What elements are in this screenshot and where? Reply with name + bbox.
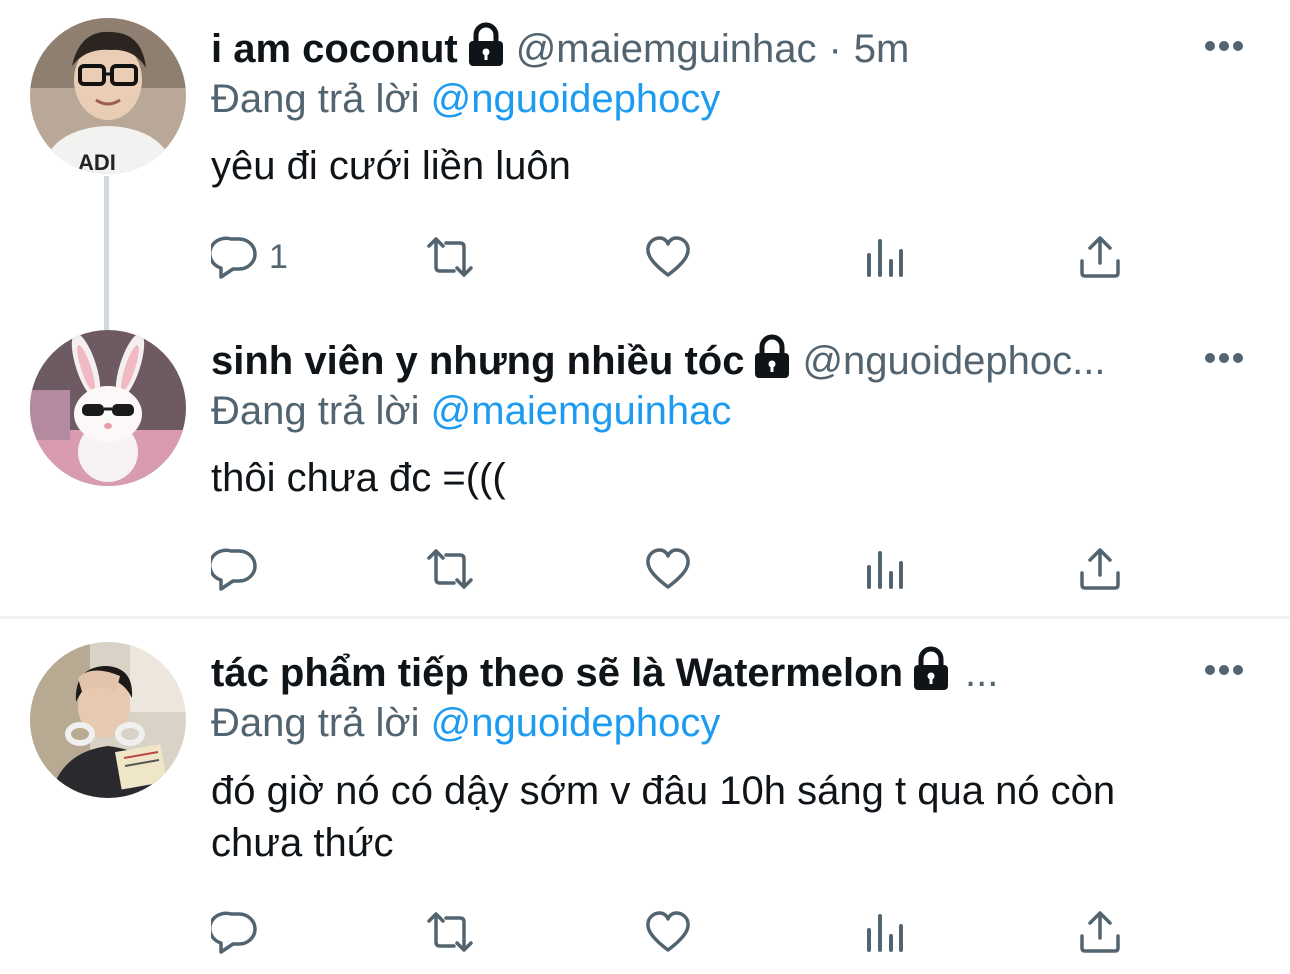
reply-prefix: Đang trả lời xyxy=(211,389,431,433)
bar-chart-icon xyxy=(867,914,903,952)
tweet-header: i am coconut @maiemguinhac · 5m xyxy=(211,22,910,74)
avatar[interactable] xyxy=(30,330,186,486)
tweet-1[interactable]: ADI i am coconut @maiemguinhac · 5m Đang… xyxy=(0,0,1290,330)
avatar[interactable]: ADI xyxy=(30,18,186,174)
retweet-button[interactable] xyxy=(426,907,474,957)
reply-button[interactable]: 1 xyxy=(211,232,288,282)
share-button[interactable] xyxy=(1076,907,1124,957)
like-button[interactable] xyxy=(644,544,692,594)
reply-mention-link[interactable]: @maiemguinhac xyxy=(431,389,732,433)
more-icon[interactable] xyxy=(1204,351,1244,365)
profile-photo-icon xyxy=(30,330,186,486)
handle[interactable]: @maiemguinhac xyxy=(516,24,817,74)
profile-photo-icon: ADI xyxy=(30,18,186,174)
heart-icon xyxy=(646,236,690,277)
retweet-button[interactable] xyxy=(426,232,474,282)
lock-icon xyxy=(911,646,951,692)
retweet-arrows-icon xyxy=(427,912,473,952)
display-name[interactable]: i am coconut xyxy=(211,24,458,74)
action-bar xyxy=(211,907,1131,957)
reply-context: Đang trả lời @nguoidephocy xyxy=(211,698,720,748)
more-icon[interactable] xyxy=(1204,39,1244,53)
reply-prefix: Đang trả lời xyxy=(211,701,431,745)
tweet-header: tác phẩm tiếp theo sẽ là Watermelon ... xyxy=(211,646,998,698)
reply-button[interactable] xyxy=(211,544,269,594)
heart-icon xyxy=(646,548,690,589)
share-button[interactable] xyxy=(1076,232,1124,282)
reply-context: Đang trả lời @maiemguinhac xyxy=(211,386,731,436)
analytics-button[interactable] xyxy=(861,232,909,282)
share-button[interactable] xyxy=(1076,544,1124,594)
tweet-header: sinh viên y nhưng nhiều tóc @nguoidephoc… xyxy=(211,334,1105,386)
speech-bubble-icon xyxy=(211,548,257,591)
action-bar: 1 xyxy=(211,232,1131,282)
bar-chart-icon xyxy=(867,551,903,589)
tweet-3[interactable]: tác phẩm tiếp theo sẽ là Watermelon ... … xyxy=(0,619,1290,974)
tweet-text: yêu đi cưới liền luôn xyxy=(211,144,571,188)
reply-button[interactable] xyxy=(211,907,269,957)
share-upload-icon xyxy=(1080,236,1120,278)
analytics-button[interactable] xyxy=(861,544,909,594)
lock-icon xyxy=(752,334,792,380)
reply-context: Đang trả lời @nguoidephocy xyxy=(211,74,720,124)
separator: · xyxy=(828,27,842,71)
like-button[interactable] xyxy=(644,907,692,957)
profile-photo-icon xyxy=(30,642,186,798)
heart-icon xyxy=(646,911,690,952)
action-bar xyxy=(211,544,1131,594)
like-button[interactable] xyxy=(644,232,692,282)
svg-text:ADI: ADI xyxy=(78,150,116,174)
share-upload-icon xyxy=(1080,548,1120,590)
avatar[interactable] xyxy=(30,642,186,798)
retweet-arrows-icon xyxy=(427,237,473,277)
handle[interactable]: ... xyxy=(965,648,998,698)
speech-bubble-icon xyxy=(211,911,257,954)
retweet-arrows-icon xyxy=(427,549,473,589)
timestamp[interactable]: 5m xyxy=(854,24,910,74)
tweet-2[interactable]: sinh viên y nhưng nhiều tóc @nguoidephoc… xyxy=(0,320,1290,616)
reply-mention-link[interactable]: @nguoidephocy xyxy=(431,77,721,121)
reply-prefix: Đang trả lời xyxy=(211,77,431,121)
thread-line xyxy=(104,176,109,330)
display-name[interactable]: tác phẩm tiếp theo sẽ là Watermelon xyxy=(211,648,903,698)
display-name[interactable]: sinh viên y nhưng nhiều tóc xyxy=(211,336,744,386)
handle[interactable]: @nguoidephoc... xyxy=(802,336,1105,386)
reply-count: 1 xyxy=(269,237,288,276)
bar-chart-icon xyxy=(867,239,903,277)
more-icon[interactable] xyxy=(1204,663,1244,677)
speech-bubble-icon xyxy=(211,236,257,279)
tweet-text: đó giờ nó có dậy sớm v đâu 10h sáng t qu… xyxy=(211,769,1116,865)
reply-mention-link[interactable]: @nguoidephocy xyxy=(431,701,721,745)
analytics-button[interactable] xyxy=(861,907,909,957)
tweet-text: thôi chưa đc =((( xyxy=(211,456,506,500)
retweet-button[interactable] xyxy=(426,544,474,594)
lock-icon xyxy=(466,22,506,68)
share-upload-icon xyxy=(1080,911,1120,953)
